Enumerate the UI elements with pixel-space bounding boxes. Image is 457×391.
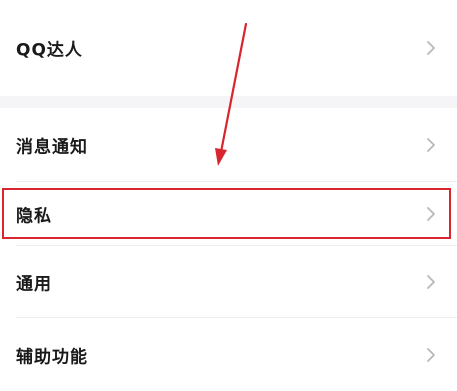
chevron-right-icon <box>427 41 435 55</box>
settings-item-accessibility[interactable]: 辅助功能 <box>0 318 457 391</box>
chevron-right-icon <box>427 138 435 152</box>
settings-item-label: QQ达人 <box>16 40 83 61</box>
chevron-right-icon <box>427 275 435 289</box>
settings-item-qq-expert[interactable]: QQ达人 <box>0 0 457 96</box>
settings-item-privacy[interactable]: 隐私 <box>0 182 457 246</box>
settings-item-label: 辅助功能 <box>16 347 88 367</box>
settings-item-notifications[interactable]: 消息通知 <box>0 108 457 182</box>
settings-item-label: 隐私 <box>16 206 52 227</box>
settings-item-label: 消息通知 <box>16 137 88 158</box>
chevron-right-icon <box>427 347 435 362</box>
settings-screen: QQ达人 消息通知 隐私 通用 辅助功能 <box>0 0 457 391</box>
chevron-right-icon <box>427 207 435 221</box>
settings-item-general[interactable]: 通用 <box>0 246 457 318</box>
settings-item-label: 通用 <box>16 274 52 295</box>
section-divider <box>0 96 457 108</box>
